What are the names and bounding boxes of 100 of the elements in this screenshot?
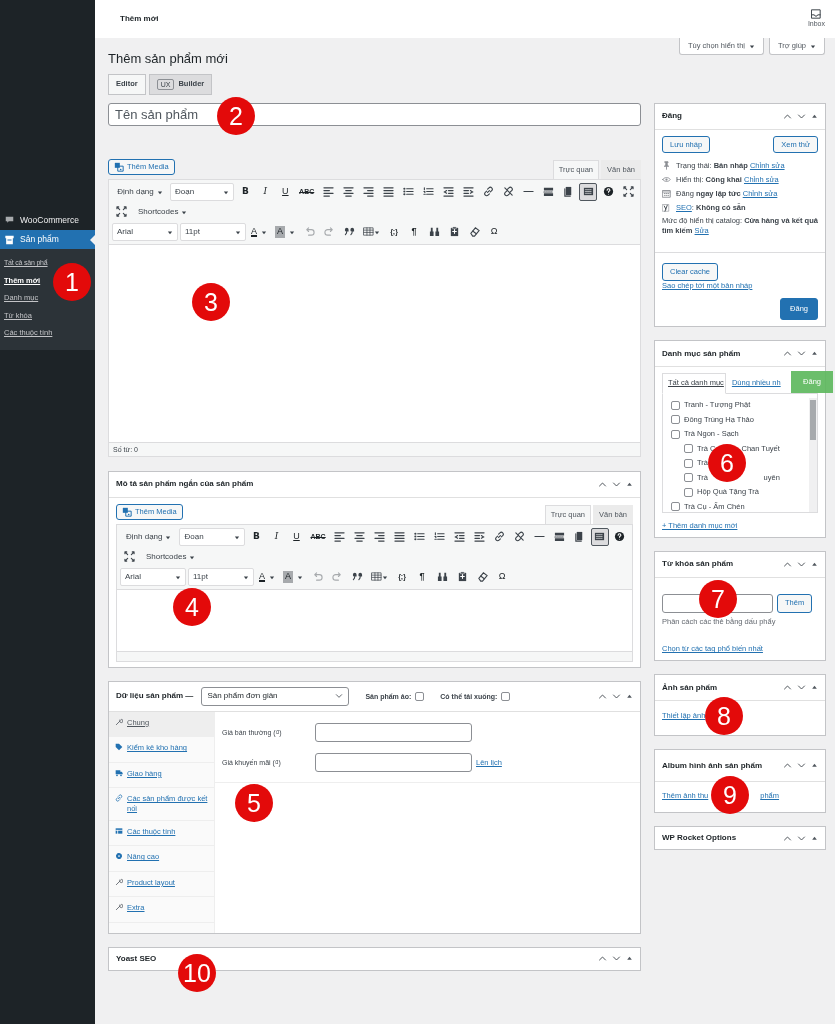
indent-icon[interactable] <box>462 186 474 198</box>
binoculars-icon[interactable] <box>428 226 440 238</box>
chevron-down-icon <box>335 692 344 701</box>
bullet-list-icon[interactable] <box>414 531 426 543</box>
collapse-icon[interactable] <box>811 112 818 120</box>
outdent-icon[interactable] <box>454 531 466 543</box>
collapse-icon[interactable] <box>811 350 818 358</box>
price-field[interactable] <box>315 753 472 773</box>
panel-title: Danh mục sản phẩm <box>662 348 741 359</box>
clipboard-icon[interactable] <box>448 226 460 238</box>
eraser-icon[interactable] <box>476 571 488 583</box>
outdent-icon[interactable] <box>442 186 454 198</box>
format-button[interactable]: ¶ <box>405 222 424 241</box>
link-icon[interactable] <box>482 186 494 198</box>
unlink-icon[interactable] <box>514 531 526 543</box>
align-right-icon[interactable] <box>362 186 374 198</box>
price-field[interactable] <box>315 723 472 743</box>
format-button[interactable]: Ω <box>485 222 504 241</box>
editor-content-area[interactable] <box>116 589 633 652</box>
format-button[interactable]: Ω <box>493 567 512 586</box>
panel-title: Mô tả sản phẩm ngắn của sản phẩm <box>116 479 254 490</box>
align-left-icon[interactable] <box>334 531 346 543</box>
dropdown-field[interactable]: 11pt <box>180 222 246 241</box>
dropdown-menu[interactable]: Shortcodes <box>140 547 202 566</box>
bullet-list-icon[interactable] <box>402 186 414 198</box>
dropdown-field[interactable]: Arial <box>112 222 178 241</box>
collapse-icon[interactable] <box>626 480 633 488</box>
align-center-icon[interactable] <box>354 531 366 543</box>
toolbar-toggle-icon <box>594 531 606 543</box>
numbered-list-icon[interactable] <box>422 186 434 198</box>
dropdown-menu[interactable]: Định dạng <box>112 182 169 201</box>
inbox-icon <box>811 9 822 20</box>
align-center-icon[interactable] <box>342 186 354 198</box>
scrollbar[interactable] <box>809 398 817 512</box>
help-icon[interactable] <box>602 186 614 198</box>
indent-icon[interactable] <box>474 531 486 543</box>
dropdown-menu[interactable]: Shortcodes <box>132 202 194 221</box>
format-button[interactable]: I <box>267 527 286 546</box>
toolbar-toggle-icon <box>582 186 594 198</box>
toolbar-toggle-button[interactable] <box>579 182 597 201</box>
panel-title: Album hình ảnh sản phẩm <box>662 760 762 771</box>
format-button[interactable]: I <box>256 182 275 201</box>
read-more-icon[interactable] <box>542 186 554 198</box>
wrench-icon <box>115 717 123 726</box>
dropdown-field[interactable]: Arial <box>120 567 186 586</box>
fullscreen-icon[interactable] <box>622 186 634 198</box>
background-color-button[interactable]: A <box>280 567 307 586</box>
background-color-button[interactable]: A <box>272 222 299 241</box>
format-button[interactable]: B <box>247 527 266 546</box>
panel-title: WP Rocket Options <box>662 832 737 844</box>
text-color-button[interactable]: A <box>256 567 278 586</box>
dropdown-field[interactable]: Đoạn <box>179 527 246 546</box>
read-more-icon[interactable] <box>554 531 566 543</box>
panel-title: Ảnh sản phẩm <box>662 682 718 693</box>
product-type-select[interactable]: Sản phẩm đơn giản <box>201 686 350 706</box>
quote-icon[interactable] <box>351 571 363 583</box>
format-button[interactable]: U <box>287 527 306 546</box>
justify-icon[interactable] <box>382 186 394 198</box>
sidebar-item[interactable]: Sản phẩm <box>0 230 95 249</box>
format-button[interactable]: U <box>276 182 295 201</box>
wrench-icon <box>115 877 123 886</box>
toolbar-toggle-button[interactable] <box>590 527 609 546</box>
panel-title: Dữ liệu sản phẩm — <box>116 691 194 702</box>
unlink-icon[interactable] <box>502 186 514 198</box>
yoast-icon <box>662 202 671 212</box>
pages-icon[interactable] <box>562 186 574 198</box>
numbered-list-icon[interactable] <box>434 531 446 543</box>
pin-icon <box>662 161 671 171</box>
format-button[interactable]: ¶ <box>413 567 432 586</box>
format-button[interactable]: B <box>236 182 255 201</box>
link-icon[interactable] <box>494 531 506 543</box>
collapse-icon[interactable] <box>626 692 633 700</box>
number-marker: 10 <box>178 954 216 992</box>
table-icon[interactable] <box>371 571 383 583</box>
dropdown-field[interactable]: Đoạn <box>170 182 235 201</box>
sidebar-item[interactable]: WooCommerce <box>0 211 95 230</box>
align-right-icon[interactable] <box>374 531 386 543</box>
collapse-icon[interactable] <box>811 684 818 692</box>
panel-title: Đăng <box>662 111 682 122</box>
text-color-button[interactable]: A <box>248 222 270 241</box>
binoculars-icon[interactable] <box>436 571 448 583</box>
collapse-icon[interactable] <box>811 834 818 842</box>
collapse-icon[interactable] <box>626 955 633 963</box>
fullscreen-icon[interactable] <box>123 551 135 563</box>
clipboard-icon[interactable] <box>456 571 468 583</box>
justify-icon[interactable] <box>394 531 406 543</box>
fullscreen-icon[interactable] <box>115 206 127 218</box>
eraser-icon[interactable] <box>468 226 480 238</box>
table-icon <box>115 826 123 835</box>
help-icon[interactable] <box>614 531 626 543</box>
table-icon[interactable] <box>363 226 375 238</box>
dropdown-field[interactable]: 11pt <box>188 567 254 586</box>
link-icon <box>115 794 123 803</box>
collapse-icon[interactable] <box>811 762 818 770</box>
align-left-icon[interactable] <box>322 186 334 198</box>
eye-icon <box>662 175 671 185</box>
quote-icon[interactable] <box>343 226 355 238</box>
collapse-icon[interactable] <box>811 560 818 568</box>
dropdown-menu[interactable]: Định dạng <box>120 527 178 546</box>
chat-bubble-icon <box>4 216 15 225</box>
